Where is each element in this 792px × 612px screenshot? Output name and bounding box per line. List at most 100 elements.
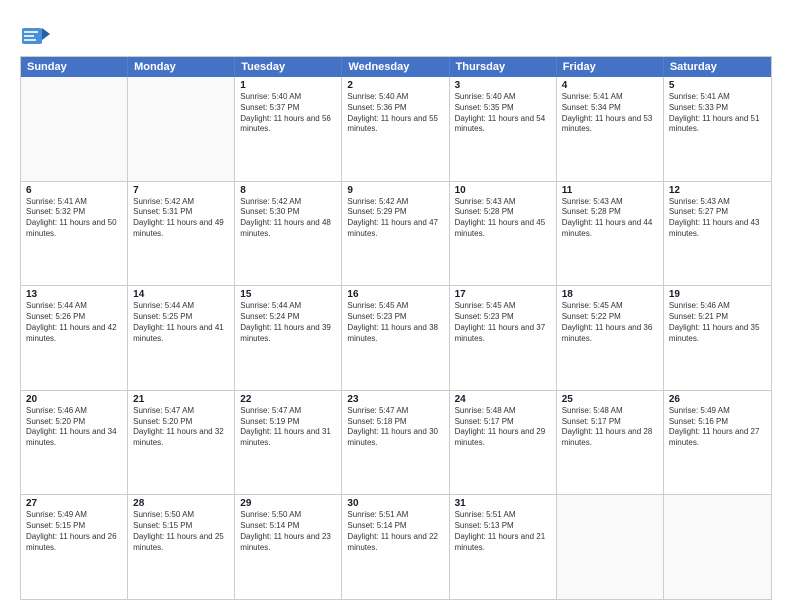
sun-info: Sunrise: 5:44 AMSunset: 5:25 PMDaylight:… <box>133 301 229 344</box>
day-number: 22 <box>240 394 336 405</box>
day-number: 20 <box>26 394 122 405</box>
sun-info: Sunrise: 5:47 AMSunset: 5:19 PMDaylight:… <box>240 406 336 449</box>
day-number: 17 <box>455 289 551 300</box>
page: SundayMondayTuesdayWednesdayThursdayFrid… <box>0 0 792 612</box>
calendar-cell: 6Sunrise: 5:41 AMSunset: 5:32 PMDaylight… <box>21 182 128 286</box>
day-number: 25 <box>562 394 658 405</box>
sun-info: Sunrise: 5:40 AMSunset: 5:36 PMDaylight:… <box>347 92 443 135</box>
calendar-cell: 20Sunrise: 5:46 AMSunset: 5:20 PMDayligh… <box>21 391 128 495</box>
day-number: 18 <box>562 289 658 300</box>
sun-info: Sunrise: 5:41 AMSunset: 5:33 PMDaylight:… <box>669 92 766 135</box>
logo-icon <box>20 20 48 48</box>
calendar-cell: 27Sunrise: 5:49 AMSunset: 5:15 PMDayligh… <box>21 495 128 599</box>
calendar-cell <box>128 77 235 181</box>
header-day-tuesday: Tuesday <box>235 57 342 77</box>
sun-info: Sunrise: 5:50 AMSunset: 5:14 PMDaylight:… <box>240 510 336 553</box>
day-number: 1 <box>240 80 336 91</box>
calendar-cell: 18Sunrise: 5:45 AMSunset: 5:22 PMDayligh… <box>557 286 664 390</box>
header-day-monday: Monday <box>128 57 235 77</box>
day-number: 12 <box>669 185 766 196</box>
sun-info: Sunrise: 5:42 AMSunset: 5:29 PMDaylight:… <box>347 197 443 240</box>
calendar-cell: 7Sunrise: 5:42 AMSunset: 5:31 PMDaylight… <box>128 182 235 286</box>
calendar-cell <box>557 495 664 599</box>
calendar-week-5: 27Sunrise: 5:49 AMSunset: 5:15 PMDayligh… <box>21 494 771 599</box>
day-number: 23 <box>347 394 443 405</box>
sun-info: Sunrise: 5:47 AMSunset: 5:20 PMDaylight:… <box>133 406 229 449</box>
sun-info: Sunrise: 5:43 AMSunset: 5:27 PMDaylight:… <box>669 197 766 240</box>
calendar-cell: 3Sunrise: 5:40 AMSunset: 5:35 PMDaylight… <box>450 77 557 181</box>
day-number: 14 <box>133 289 229 300</box>
calendar: SundayMondayTuesdayWednesdayThursdayFrid… <box>20 56 772 600</box>
calendar-cell: 8Sunrise: 5:42 AMSunset: 5:30 PMDaylight… <box>235 182 342 286</box>
sun-info: Sunrise: 5:49 AMSunset: 5:16 PMDaylight:… <box>669 406 766 449</box>
calendar-cell: 23Sunrise: 5:47 AMSunset: 5:18 PMDayligh… <box>342 391 449 495</box>
sun-info: Sunrise: 5:41 AMSunset: 5:32 PMDaylight:… <box>26 197 122 240</box>
calendar-cell: 30Sunrise: 5:51 AMSunset: 5:14 PMDayligh… <box>342 495 449 599</box>
calendar-week-2: 6Sunrise: 5:41 AMSunset: 5:32 PMDaylight… <box>21 181 771 286</box>
day-number: 3 <box>455 80 551 91</box>
calendar-week-4: 20Sunrise: 5:46 AMSunset: 5:20 PMDayligh… <box>21 390 771 495</box>
calendar-cell: 28Sunrise: 5:50 AMSunset: 5:15 PMDayligh… <box>128 495 235 599</box>
day-number: 27 <box>26 498 122 509</box>
sun-info: Sunrise: 5:46 AMSunset: 5:20 PMDaylight:… <box>26 406 122 449</box>
day-number: 21 <box>133 394 229 405</box>
day-number: 28 <box>133 498 229 509</box>
header <box>20 16 772 48</box>
day-number: 31 <box>455 498 551 509</box>
calendar-cell: 9Sunrise: 5:42 AMSunset: 5:29 PMDaylight… <box>342 182 449 286</box>
calendar-cell: 22Sunrise: 5:47 AMSunset: 5:19 PMDayligh… <box>235 391 342 495</box>
day-number: 16 <box>347 289 443 300</box>
calendar-cell: 24Sunrise: 5:48 AMSunset: 5:17 PMDayligh… <box>450 391 557 495</box>
calendar-cell: 25Sunrise: 5:48 AMSunset: 5:17 PMDayligh… <box>557 391 664 495</box>
sun-info: Sunrise: 5:46 AMSunset: 5:21 PMDaylight:… <box>669 301 766 344</box>
calendar-cell: 4Sunrise: 5:41 AMSunset: 5:34 PMDaylight… <box>557 77 664 181</box>
sun-info: Sunrise: 5:45 AMSunset: 5:22 PMDaylight:… <box>562 301 658 344</box>
day-number: 26 <box>669 394 766 405</box>
calendar-cell: 12Sunrise: 5:43 AMSunset: 5:27 PMDayligh… <box>664 182 771 286</box>
calendar-cell: 13Sunrise: 5:44 AMSunset: 5:26 PMDayligh… <box>21 286 128 390</box>
calendar-cell: 16Sunrise: 5:45 AMSunset: 5:23 PMDayligh… <box>342 286 449 390</box>
day-number: 9 <box>347 185 443 196</box>
day-number: 4 <box>562 80 658 91</box>
calendar-header: SundayMondayTuesdayWednesdayThursdayFrid… <box>21 57 771 77</box>
calendar-cell <box>664 495 771 599</box>
sun-info: Sunrise: 5:43 AMSunset: 5:28 PMDaylight:… <box>455 197 551 240</box>
day-number: 5 <box>669 80 766 91</box>
logo <box>20 20 52 48</box>
sun-info: Sunrise: 5:43 AMSunset: 5:28 PMDaylight:… <box>562 197 658 240</box>
header-day-sunday: Sunday <box>21 57 128 77</box>
day-number: 11 <box>562 185 658 196</box>
day-number: 30 <box>347 498 443 509</box>
day-number: 13 <box>26 289 122 300</box>
day-number: 10 <box>455 185 551 196</box>
day-number: 2 <box>347 80 443 91</box>
calendar-cell: 19Sunrise: 5:46 AMSunset: 5:21 PMDayligh… <box>664 286 771 390</box>
sun-info: Sunrise: 5:51 AMSunset: 5:13 PMDaylight:… <box>455 510 551 553</box>
day-number: 8 <box>240 185 336 196</box>
sun-info: Sunrise: 5:50 AMSunset: 5:15 PMDaylight:… <box>133 510 229 553</box>
sun-info: Sunrise: 5:45 AMSunset: 5:23 PMDaylight:… <box>347 301 443 344</box>
sun-info: Sunrise: 5:40 AMSunset: 5:37 PMDaylight:… <box>240 92 336 135</box>
calendar-cell: 26Sunrise: 5:49 AMSunset: 5:16 PMDayligh… <box>664 391 771 495</box>
header-day-thursday: Thursday <box>450 57 557 77</box>
sun-info: Sunrise: 5:51 AMSunset: 5:14 PMDaylight:… <box>347 510 443 553</box>
sun-info: Sunrise: 5:44 AMSunset: 5:24 PMDaylight:… <box>240 301 336 344</box>
day-number: 15 <box>240 289 336 300</box>
calendar-cell <box>21 77 128 181</box>
calendar-cell: 15Sunrise: 5:44 AMSunset: 5:24 PMDayligh… <box>235 286 342 390</box>
sun-info: Sunrise: 5:41 AMSunset: 5:34 PMDaylight:… <box>562 92 658 135</box>
sun-info: Sunrise: 5:47 AMSunset: 5:18 PMDaylight:… <box>347 406 443 449</box>
day-number: 7 <box>133 185 229 196</box>
calendar-cell: 11Sunrise: 5:43 AMSunset: 5:28 PMDayligh… <box>557 182 664 286</box>
calendar-week-3: 13Sunrise: 5:44 AMSunset: 5:26 PMDayligh… <box>21 285 771 390</box>
calendar-cell: 17Sunrise: 5:45 AMSunset: 5:23 PMDayligh… <box>450 286 557 390</box>
calendar-cell: 1Sunrise: 5:40 AMSunset: 5:37 PMDaylight… <box>235 77 342 181</box>
calendar-cell: 31Sunrise: 5:51 AMSunset: 5:13 PMDayligh… <box>450 495 557 599</box>
calendar-cell: 29Sunrise: 5:50 AMSunset: 5:14 PMDayligh… <box>235 495 342 599</box>
sun-info: Sunrise: 5:48 AMSunset: 5:17 PMDaylight:… <box>562 406 658 449</box>
calendar-cell: 10Sunrise: 5:43 AMSunset: 5:28 PMDayligh… <box>450 182 557 286</box>
calendar-cell: 2Sunrise: 5:40 AMSunset: 5:36 PMDaylight… <box>342 77 449 181</box>
calendar-cell: 14Sunrise: 5:44 AMSunset: 5:25 PMDayligh… <box>128 286 235 390</box>
sun-info: Sunrise: 5:40 AMSunset: 5:35 PMDaylight:… <box>455 92 551 135</box>
day-number: 29 <box>240 498 336 509</box>
